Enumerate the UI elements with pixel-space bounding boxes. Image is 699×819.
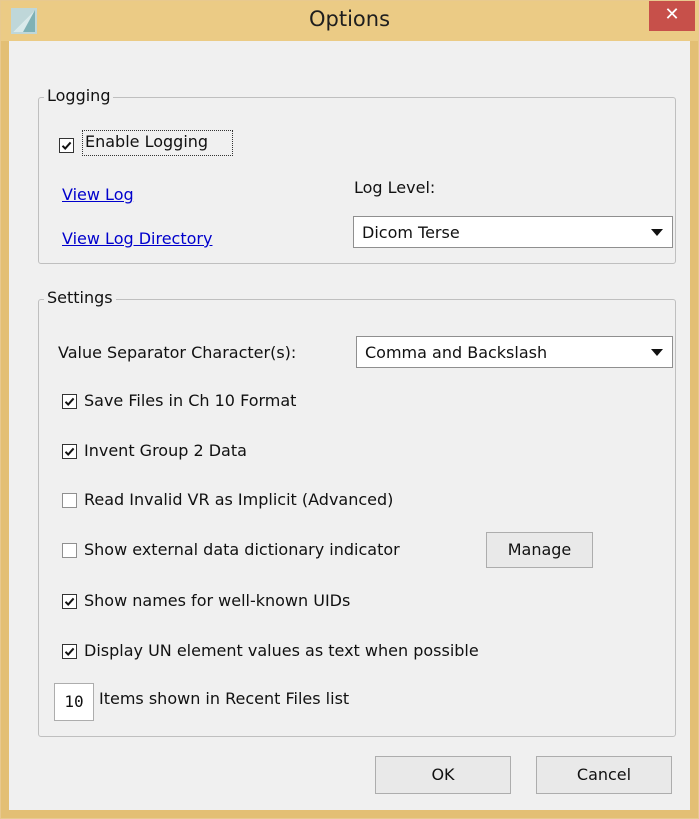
show-uid-names-checkbox[interactable] [62,594,77,609]
save-ch10-checkbox[interactable] [62,394,77,409]
save-ch10-label[interactable]: Save Files in Ch 10 Format [84,391,296,410]
settings-group-title: Settings [44,288,116,307]
read-invalid-vr-checkbox[interactable] [62,493,77,508]
value-separator-dropdown[interactable]: Comma and Backslash [356,336,673,368]
chevron-down-icon [651,229,663,236]
log-level-label: Log Level: [354,178,436,197]
log-level-dropdown[interactable]: Dicom Terse [353,216,673,248]
show-external-dictionary-checkbox[interactable] [62,543,77,558]
value-separator-label: Value Separator Character(s): [58,343,297,362]
checkmark-icon [64,597,75,606]
logging-group-title: Logging [44,86,114,105]
view-log-link[interactable]: View Log [62,185,134,204]
manage-button[interactable]: Manage [486,532,593,568]
display-un-text-label[interactable]: Display UN element values as text when p… [84,641,479,660]
recent-files-label: Items shown in Recent Files list [99,689,350,708]
invent-group2-checkbox[interactable] [62,444,77,459]
enable-logging-label[interactable]: Enable Logging [85,132,208,151]
checkmark-icon [61,141,72,150]
checkmark-icon [64,647,75,656]
show-uid-names-label[interactable]: Show names for well-known UIDs [84,591,350,610]
display-un-text-checkbox[interactable] [62,644,77,659]
window-title: Options [308,7,391,31]
value-separator-value: Comma and Backslash [365,343,548,362]
invent-group2-label[interactable]: Invent Group 2 Data [84,441,247,460]
ok-button[interactable]: OK [375,756,511,794]
checkmark-icon [64,447,75,456]
title-bar[interactable]: Options ✕ [1,1,698,41]
view-log-directory-link[interactable]: View Log Directory [62,229,212,248]
close-icon: ✕ [664,4,680,25]
show-external-dictionary-label[interactable]: Show external data dictionary indicator [84,540,400,559]
cancel-button[interactable]: Cancel [536,756,672,794]
dialog-body: Logging Enable Logging View Log View Log… [9,41,690,810]
recent-files-count-input[interactable]: 10 [54,683,94,721]
options-dialog: Options ✕ Logging Enable Logging View Lo… [0,0,699,819]
enable-logging-checkbox[interactable] [59,138,74,153]
read-invalid-vr-label[interactable]: Read Invalid VR as Implicit (Advanced) [84,490,393,509]
log-level-value: Dicom Terse [362,223,460,242]
chevron-down-icon [651,349,663,356]
close-button[interactable]: ✕ [649,1,695,31]
checkmark-icon [64,397,75,406]
